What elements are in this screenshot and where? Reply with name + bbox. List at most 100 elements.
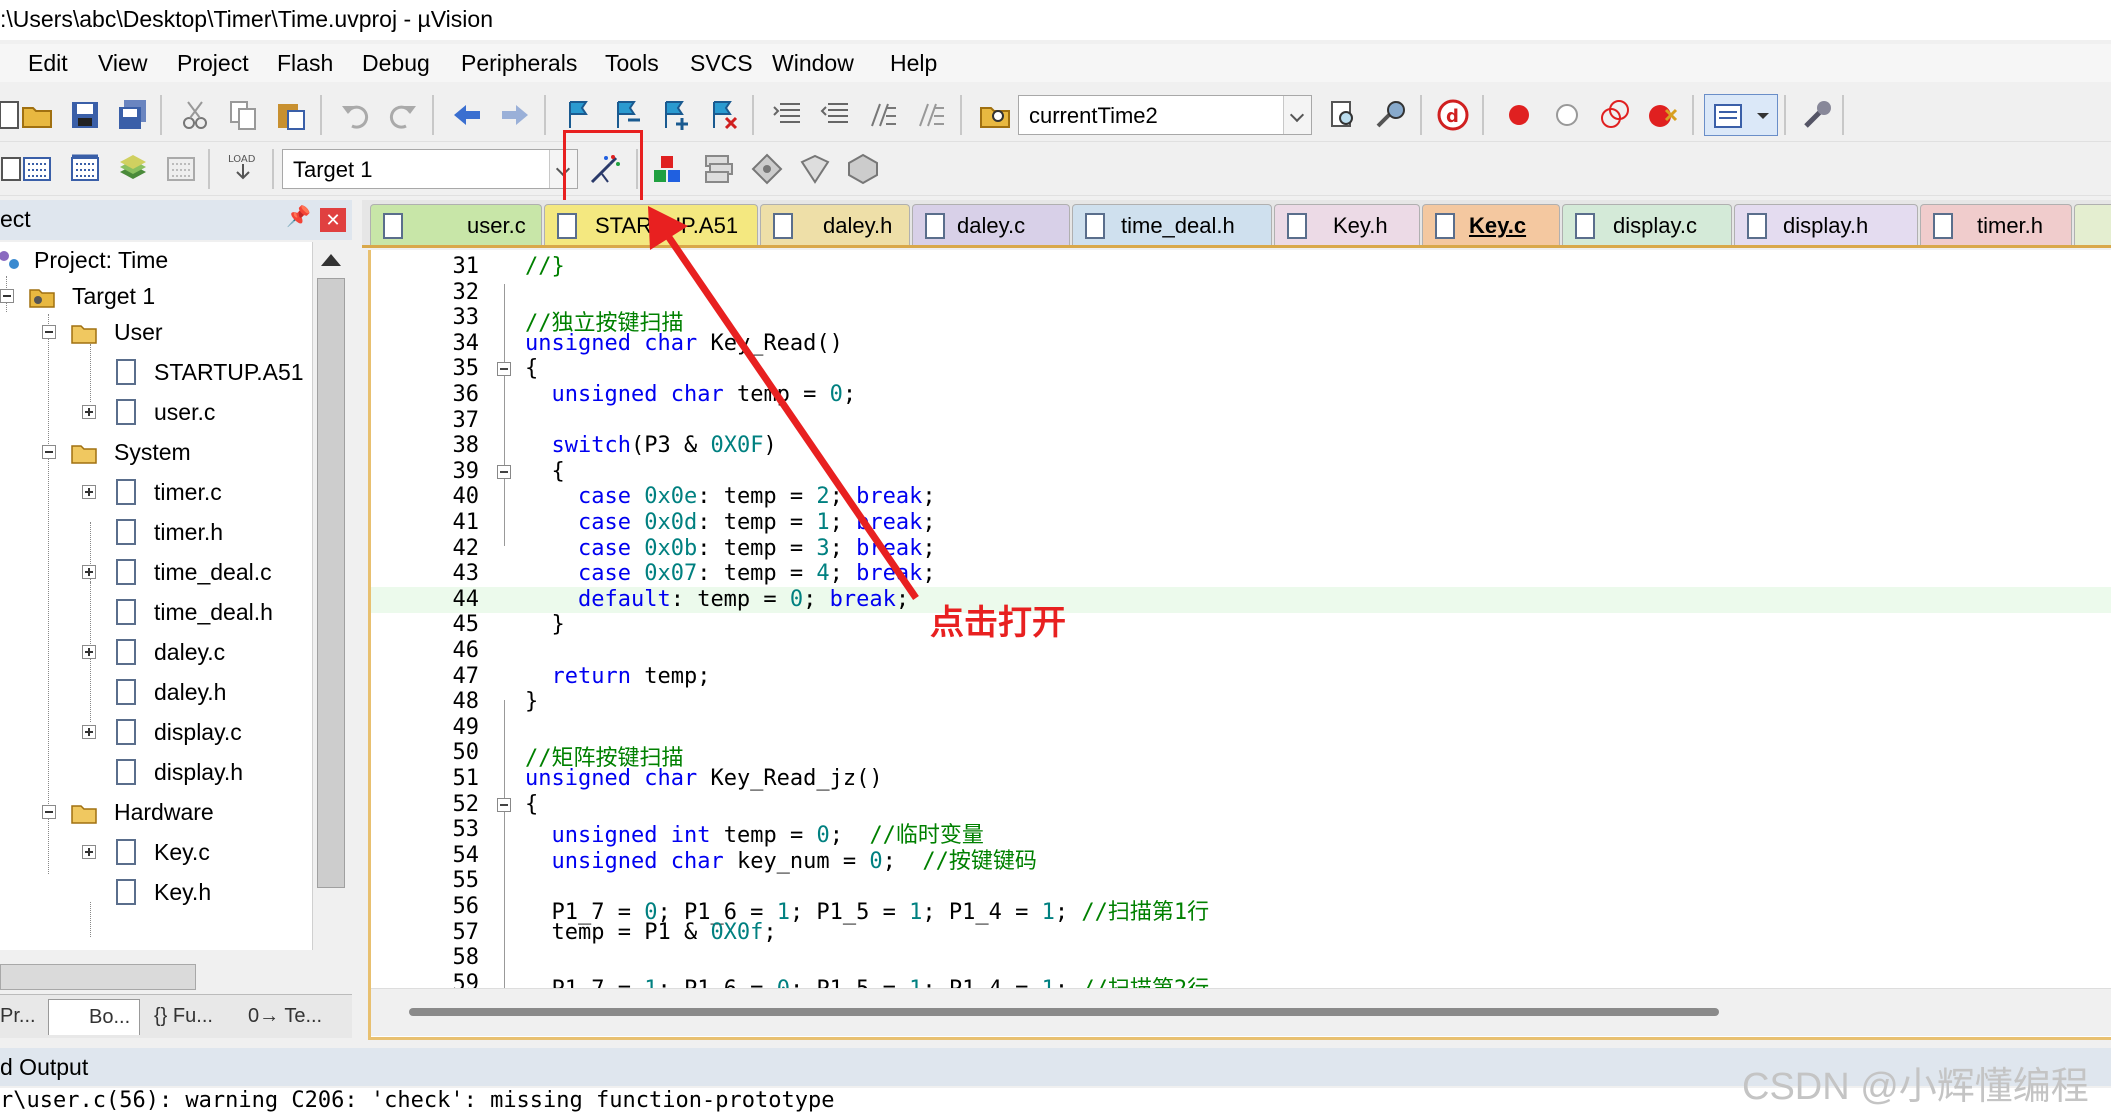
stop-build-icon[interactable] — [164, 152, 198, 186]
tree-file[interactable]: daley.c — [0, 634, 312, 670]
close-icon[interactable]: ✕ — [320, 208, 346, 232]
code-line[interactable]: 31 //} — [371, 254, 2111, 280]
code-line[interactable]: 38 switch(P3 & 0X0F) — [371, 433, 2111, 459]
rebuild-icon[interactable] — [68, 152, 102, 186]
collapse-icon[interactable] — [42, 805, 56, 819]
tab-project[interactable]: Pr... — [0, 999, 44, 1035]
save-all-icon[interactable] — [116, 98, 150, 132]
menu-edit[interactable]: Edit — [28, 50, 68, 77]
tree-file[interactable]: time_deal.c — [0, 554, 312, 590]
code-line[interactable]: 36 unsigned char temp = 0; — [371, 382, 2111, 408]
scroll-thumb[interactable] — [409, 1008, 1719, 1016]
menu-help[interactable]: Help — [890, 50, 937, 77]
menu-project[interactable]: Project — [177, 50, 249, 77]
tree-file[interactable]: daley.h — [0, 674, 312, 710]
copy-icon[interactable] — [226, 98, 260, 132]
find-combo[interactable]: currentTime2 — [1018, 95, 1312, 135]
tree-file[interactable]: display.h — [0, 754, 312, 790]
tree-file[interactable]: STARTUP.A51 — [0, 354, 312, 390]
tab-startup-a51[interactable]: STARTUP.A51 — [544, 204, 758, 245]
expand-icon[interactable] — [82, 405, 96, 419]
pack-manager-icon[interactable] — [846, 152, 880, 186]
tree-root[interactable]: Project: Time — [0, 242, 312, 278]
scroll-up-icon[interactable] — [321, 254, 341, 266]
tree-file[interactable]: Key.h — [0, 874, 312, 910]
code-line[interactable]: 47 return temp; — [371, 664, 2111, 690]
batch-build-icon[interactable] — [116, 152, 150, 186]
expand-icon[interactable] — [82, 485, 96, 499]
download-load-icon[interactable]: LOAD — [226, 150, 260, 184]
code-line[interactable]: 48} — [371, 689, 2111, 715]
expand-icon[interactable] — [82, 565, 96, 579]
debug-session-icon[interactable]: d — [1436, 98, 1470, 132]
code-line[interactable]: 53 unsigned int temp = 0; //临时变量 — [371, 817, 2111, 848]
nav-back-icon[interactable] — [450, 98, 484, 132]
code-line[interactable]: 42 case 0x0b: temp = 3; break; — [371, 536, 2111, 562]
paste-icon[interactable] — [274, 98, 308, 132]
menu-window[interactable]: Window — [772, 50, 854, 77]
collapse-icon[interactable] — [42, 445, 56, 459]
code-line[interactable]: 44 default: temp = 0; break; — [371, 586, 2111, 613]
tab-timer-h[interactable]: timer.h — [1920, 204, 2072, 245]
tree-group-hardware[interactable]: Hardware — [0, 794, 312, 830]
tab-functions[interactable]: {} Fu... — [154, 999, 244, 1035]
tab-daley-h[interactable]: daley.h — [760, 204, 910, 245]
fold-toggle-icon[interactable] — [497, 797, 511, 812]
code-line[interactable]: 45 } — [371, 612, 2111, 638]
save-icon[interactable] — [68, 98, 102, 132]
code-line[interactable]: 37 — [371, 408, 2111, 434]
tree-group-system[interactable]: System — [0, 434, 312, 470]
build-icon[interactable] — [20, 152, 54, 186]
fold-toggle-icon[interactable] — [497, 362, 511, 377]
menu-svcs[interactable]: SVCS — [690, 50, 753, 77]
code-line[interactable]: 56 P1_7 = 0; P1_6 = 1; P1_5 = 1; P1_4 = … — [371, 894, 2111, 925]
tab-daley-c[interactable]: daley.c — [912, 204, 1070, 245]
cut-icon[interactable] — [178, 98, 212, 132]
unindent-icon[interactable] — [818, 98, 852, 132]
pin-icon[interactable]: 📌 — [286, 204, 311, 229]
tab-templates[interactable]: 0→ Te... — [248, 999, 344, 1035]
expand-icon[interactable] — [82, 645, 96, 659]
manage-rte-icon[interactable] — [750, 152, 784, 186]
tab-key-c[interactable]: Key.c — [1422, 204, 1560, 245]
breakpoint-icon[interactable] — [1502, 98, 1536, 132]
tree-file[interactable]: user.c — [0, 394, 312, 430]
code-line[interactable]: 41 case 0x0d: temp = 1; break; — [371, 510, 2111, 536]
tree-vertical-scrollbar[interactable] — [312, 242, 348, 950]
expand-icon[interactable] — [82, 725, 96, 739]
code-line[interactable]: 51 unsigned char Key_Read_jz() — [371, 766, 2111, 792]
code-line[interactable]: 46 — [371, 638, 2111, 664]
code-line[interactable]: 55 — [371, 868, 2111, 894]
select-packs-icon[interactable] — [702, 152, 736, 186]
target-select[interactable]: Target 1 — [282, 149, 578, 189]
kill-all-breakpoints-icon[interactable] — [1646, 98, 1680, 132]
tree-group-user[interactable]: User — [0, 314, 312, 350]
scroll-thumb[interactable] — [0, 964, 196, 990]
disable-breakpoint-icon[interactable] — [1550, 98, 1584, 132]
code-line[interactable]: 40 case 0x0e: temp = 2; break; — [371, 484, 2111, 510]
tree-file[interactable]: display.c — [0, 714, 312, 750]
bookmark-icon[interactable] — [562, 98, 596, 132]
code-editor[interactable]: 31 //} 32 33//独立按键扫描 34 unsigned char Key_Rea… — [368, 250, 2111, 1040]
collapse-icon[interactable] — [42, 325, 56, 339]
code-line[interactable]: 32 — [371, 280, 2111, 306]
menu-debug[interactable]: Debug — [362, 50, 430, 77]
code-line[interactable]: 49 — [371, 715, 2111, 741]
collapse-icon[interactable] — [0, 289, 14, 303]
expand-icon[interactable] — [82, 845, 96, 859]
code-line[interactable]: 35 { — [371, 356, 2111, 382]
code-horizontal-scrollbar[interactable] — [371, 988, 2111, 1036]
open-folder-icon[interactable] — [20, 98, 54, 132]
uncomment-icon[interactable] — [914, 98, 948, 132]
find-icon[interactable] — [1326, 98, 1360, 132]
translate-icon[interactable] — [0, 152, 22, 186]
code-line[interactable]: 34 unsigned char Key_Read() — [371, 331, 2111, 357]
nav-forward-icon[interactable] — [498, 98, 532, 132]
code-line[interactable]: 54 unsigned char key_num = 0; //按键键码 — [371, 843, 2111, 874]
menu-tools[interactable]: Tools — [605, 50, 659, 77]
menu-view[interactable]: View — [98, 50, 147, 77]
menu-peripherals[interactable]: Peripherals — [461, 50, 577, 77]
code-line[interactable]: 58 — [371, 945, 2111, 971]
tree-file[interactable]: timer.c — [0, 474, 312, 510]
code-line[interactable]: 52 { — [371, 792, 2111, 818]
